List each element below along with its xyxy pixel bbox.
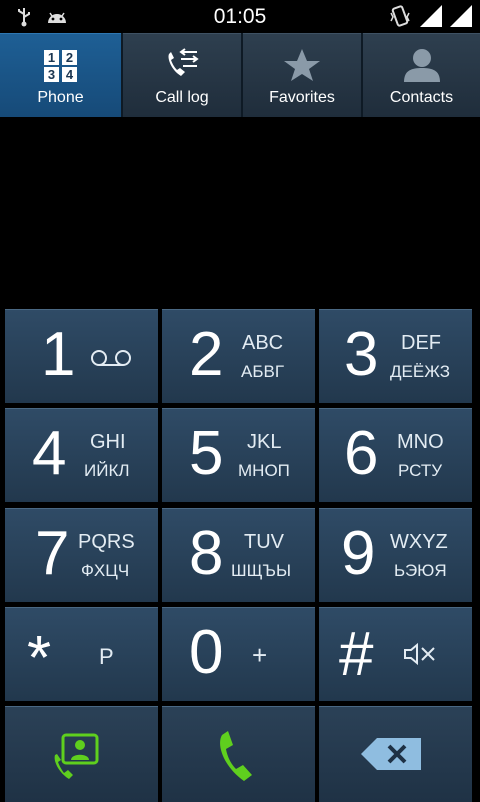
key-digit: #	[339, 620, 374, 689]
tab-call-log[interactable]: Call log	[123, 33, 241, 117]
key-digit: 4	[32, 419, 67, 488]
key-digit: 0	[189, 618, 224, 687]
tab-label: Call log	[155, 89, 209, 106]
key-digit: 2	[189, 320, 224, 389]
key-letters-cyrillic: ЬЭЮЯ	[394, 561, 447, 580]
signal-icon	[420, 5, 442, 27]
key-2[interactable]: 2 ABC АБВГ	[162, 309, 315, 403]
key-star[interactable]: * P	[5, 607, 158, 701]
key-pause: P	[99, 644, 114, 669]
key-9[interactable]: 9 WXYZ ЬЭЮЯ	[319, 508, 472, 602]
key-letters: TUV	[244, 531, 284, 553]
tab-label: Contacts	[389, 89, 454, 106]
key-letters: ABC	[242, 332, 284, 354]
key-8[interactable]: 8 TUV ШЩЪЫ	[162, 508, 315, 602]
add-contact-button[interactable]	[5, 706, 158, 802]
backspace-button[interactable]	[319, 706, 472, 802]
key-letters: GHI	[90, 431, 126, 453]
key-letters-cyrillic: РСТУ	[398, 461, 443, 480]
key-plus: +	[252, 640, 268, 670]
svg-text:2: 2	[66, 50, 73, 65]
star-icon	[284, 49, 320, 81]
svg-text:4: 4	[66, 67, 74, 82]
key-letters-cyrillic: МНОП	[238, 461, 290, 480]
signal-icon	[450, 5, 472, 27]
key-digit: 3	[344, 320, 379, 389]
call-log-icon	[168, 48, 199, 76]
svg-text:1: 1	[48, 50, 55, 65]
key-letters: JKL	[247, 431, 282, 453]
key-5[interactable]: 5 JKL МНОП	[162, 408, 315, 502]
tab-label: Favorites	[269, 89, 335, 106]
tab-bar: 12 34 Phone Call log Favorites Contacts	[0, 33, 480, 117]
key-letters: DEF	[401, 332, 441, 354]
tab-label: Phone	[37, 89, 84, 106]
tab-favorites[interactable]: Favorites	[243, 33, 361, 117]
key-digit: 7	[35, 519, 70, 588]
backspace-icon	[361, 738, 421, 770]
key-digit: 6	[344, 419, 379, 488]
key-digit: 5	[189, 419, 224, 488]
key-letters-cyrillic: ИЙКЛ	[84, 461, 130, 480]
key-digit: 9	[341, 519, 376, 588]
key-letters: PQRS	[78, 531, 135, 553]
contact-icon	[404, 49, 440, 82]
key-6[interactable]: 6 MNO РСТУ	[319, 408, 472, 502]
call-button[interactable]	[162, 706, 315, 802]
key-letters: MNO	[397, 431, 444, 453]
key-letters-cyrillic: ШЩЪЫ	[231, 561, 292, 580]
tab-contacts[interactable]: Contacts	[363, 33, 480, 117]
vibrate-icon	[390, 5, 410, 27]
key-digit: *	[27, 624, 52, 693]
key-letters-cyrillic: АБВГ	[241, 362, 285, 381]
key-7[interactable]: 7 PQRS ФХЦЧ	[5, 508, 158, 602]
key-digit: 1	[41, 320, 76, 389]
key-hash[interactable]: #	[319, 607, 472, 701]
key-letters-cyrillic: ФХЦЧ	[81, 561, 130, 580]
voicemail-icon	[91, 350, 131, 366]
key-letters: WXYZ	[390, 531, 448, 553]
tab-phone[interactable]: 12 34 Phone	[0, 33, 121, 117]
key-1[interactable]: 1	[5, 309, 158, 403]
key-letters-cyrillic: ДЕЁЖЗ	[390, 362, 450, 381]
status-bar: 01:05	[0, 0, 480, 33]
key-4[interactable]: 4 GHI ИЙКЛ	[5, 408, 158, 502]
svg-text:3: 3	[48, 67, 55, 82]
mute-icon	[404, 642, 435, 666]
phone-call-icon	[220, 731, 252, 781]
dialpad-icon: 12 34	[44, 50, 77, 82]
add-contact-icon	[54, 733, 99, 779]
key-digit: 8	[189, 519, 224, 588]
key-0[interactable]: 0 +	[162, 607, 315, 701]
key-3[interactable]: 3 DEF ДЕЁЖЗ	[319, 309, 472, 403]
